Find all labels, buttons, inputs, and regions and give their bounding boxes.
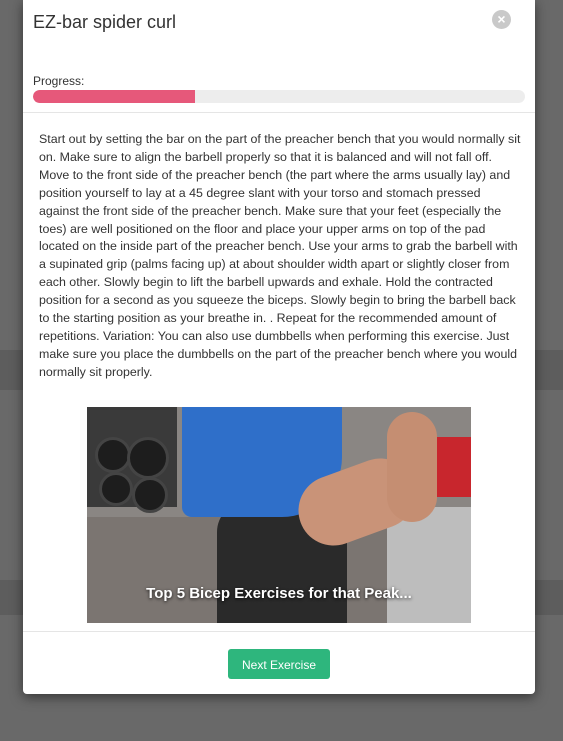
- progress-bar: [33, 90, 525, 103]
- video-title: Top 5 Bicep Exercises for that Peak...: [146, 585, 412, 602]
- person-forearm: [387, 412, 437, 522]
- weight-plate: [95, 437, 131, 473]
- modal-footer: Next Exercise: [23, 631, 535, 695]
- progress-fill: [33, 90, 196, 103]
- weight-plate: [99, 472, 133, 506]
- modal-header: EZ-bar spider curl × Progress:: [23, 0, 535, 113]
- weight-plate: [132, 477, 168, 513]
- close-icon[interactable]: ×: [492, 10, 511, 29]
- preacher-machine: [387, 507, 471, 623]
- exercise-title: EZ-bar spider curl: [33, 12, 177, 32]
- exercise-modal: EZ-bar spider curl × Progress: Start out…: [23, 0, 535, 694]
- weight-plate: [127, 437, 169, 479]
- progress-label: Progress:: [33, 74, 85, 88]
- exercise-description: Start out by setting the bar on the part…: [39, 132, 521, 379]
- next-exercise-button[interactable]: Next Exercise: [228, 649, 330, 679]
- video-player[interactable]: Top 5 Bicep Exercises for that Peak...: [87, 407, 471, 623]
